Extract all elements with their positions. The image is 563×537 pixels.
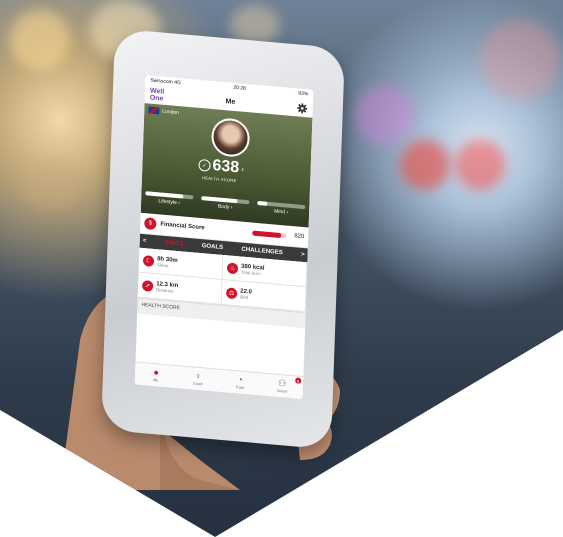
white-foreground-shape (0, 330, 563, 537)
